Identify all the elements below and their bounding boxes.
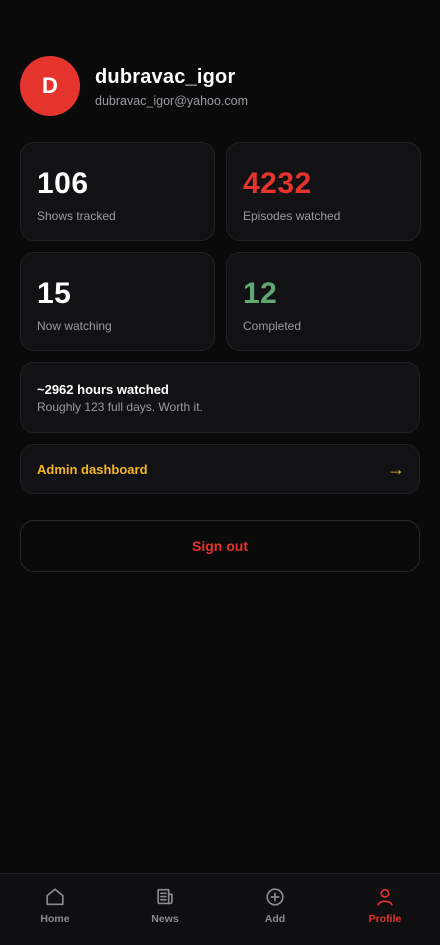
profile-header: D dubravac_igor dubravac_igor@yahoo.com — [20, 56, 248, 116]
nav-label-add: Add — [264, 913, 286, 925]
stat-card-completed: 12 Completed — [226, 252, 421, 351]
stat-label: Episodes watched — [243, 209, 341, 223]
stat-value: 15 — [37, 277, 72, 310]
avatar: D — [20, 56, 80, 116]
stat-label: Completed — [243, 319, 302, 333]
admin-dashboard-label: Admin dashboard — [37, 461, 148, 477]
username: dubravac_igor — [95, 65, 236, 88]
stat-label: Shows tracked — [37, 209, 116, 223]
admin-dashboard-link[interactable]: Admin dashboard → — [20, 444, 420, 494]
profile-icon — [377, 888, 393, 906]
sign-out-label: Sign out — [192, 538, 248, 554]
stat-value: 12 — [243, 277, 278, 310]
nav-item-profile[interactable]: Profile — [330, 874, 440, 945]
hours-watched-title: ~2962 hours watched — [37, 382, 169, 397]
hours-watched-subtitle: Roughly 123 full days. Worth it. — [37, 400, 203, 414]
profile-text: dubravac_igor dubravac_igor@yahoo.com — [95, 65, 248, 108]
stat-value: 106 — [37, 167, 89, 200]
stat-card-now-watching: 15 Now watching — [20, 252, 215, 351]
profile-screen: D dubravac_igor dubravac_igor@yahoo.com … — [0, 0, 440, 945]
nav-label-home: Home — [40, 913, 70, 925]
stat-label: Now watching — [37, 319, 112, 333]
user-email: dubravac_igor@yahoo.com — [95, 93, 249, 108]
nav-item-home[interactable]: Home — [0, 874, 110, 945]
nav-label-profile: Profile — [368, 913, 402, 925]
news-icon — [157, 888, 173, 905]
add-icon — [266, 888, 284, 906]
nav-item-add[interactable]: Add — [220, 874, 330, 945]
home-icon — [46, 888, 64, 906]
bottom-nav: Home News Add Profile — [0, 873, 440, 945]
stat-card-shows-tracked: 106 Shows tracked — [20, 142, 215, 241]
stat-value: 4232 — [243, 167, 312, 200]
sign-out-button[interactable]: Sign out — [20, 520, 420, 572]
hours-watched-card: ~2962 hours watched Roughly 123 full day… — [20, 362, 420, 433]
arrow-right-icon: → — [387, 458, 405, 479]
nav-label-news: News — [151, 913, 179, 925]
stat-card-episodes-watched: 4232 Episodes watched — [226, 142, 421, 241]
nav-item-news[interactable]: News — [110, 874, 220, 945]
